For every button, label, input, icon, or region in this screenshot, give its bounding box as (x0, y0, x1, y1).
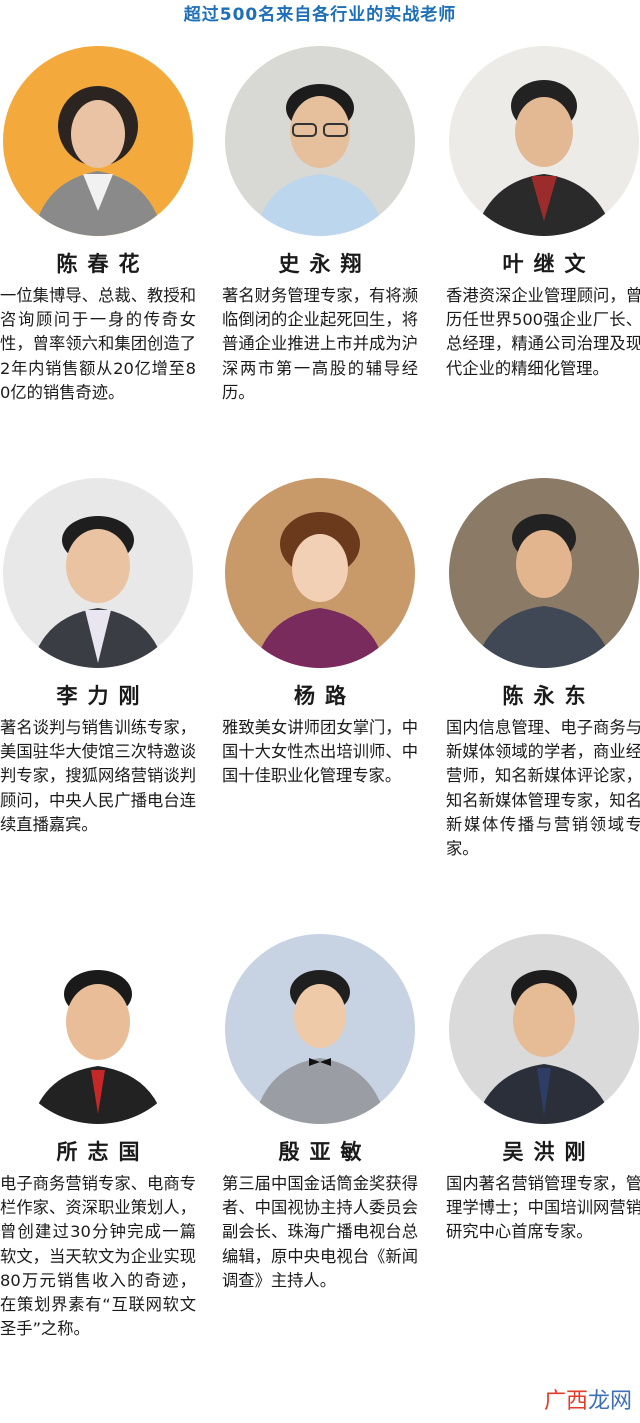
teacher-name: 杨路 (294, 683, 356, 708)
teacher-bio: 国内信息管理、电子商务与新媒体领域的学者，商业经营师，知名新媒体评论家，知名新媒… (446, 718, 640, 859)
teacher-card: 陈永东 国内信息管理、电子商务与新媒体领域的学者，商业经营师，知名新媒体评论家，… (446, 478, 640, 861)
teacher-name: 吴洪刚 (502, 1139, 596, 1164)
teacher-card: 陈春花 一位集博导、总裁、教授和咨询顾问于一身的传奇女性，曾率领六和集团创造了2… (0, 46, 196, 405)
teacher-photo (225, 478, 415, 668)
teacher-name: 殷亚敏 (278, 1139, 372, 1164)
teacher-name: 陈永东 (502, 683, 596, 708)
teacher-bio: 国内著名营销管理专家，管理学博士；中国培训网营销研究中心首席专家。 (446, 1174, 640, 1242)
teacher-bio: 第三届中国金话筒金奖获得者、中国视协主持人委员会副会长、珠海广播电视台总编辑，原… (222, 1174, 418, 1290)
teacher-photo (3, 46, 193, 236)
teacher-name: 陈春花 (56, 251, 150, 276)
teacher-photo (3, 934, 193, 1124)
teacher-card: 殷亚敏 第三届中国金话筒金奖获得者、中国视协主持人委员会副会长、珠海广播电视台总… (222, 934, 418, 1293)
page-title: 超过500名来自各行业的实战老师 (183, 5, 457, 25)
teacher-photo (449, 46, 639, 236)
teacher-card: 叶继文 香港资深企业管理顾问，曾历任世界500强企业厂长、总经理，精通公司治理及… (446, 46, 640, 381)
teacher-bio: 著名谈判与销售训练专家，美国驻华大使馆三次特邀谈判专家，搜狐网络营销谈判顾问，中… (0, 718, 196, 834)
teacher-name: 所志国 (56, 1139, 150, 1164)
teacher-photo (449, 478, 639, 668)
teacher-card: 吴洪刚 国内著名营销管理专家，管理学博士；中国培训网营销研究中心首席专家。 (446, 934, 640, 1245)
teacher-card: 史永翔 著名财务管理专家，有将濒临倒闭的企业起死回生，将普通企业推进上市并成为沪… (222, 46, 418, 405)
teacher-photo (3, 478, 193, 668)
teacher-card: 所志国 电子商务营销专家、电商专栏作家、资深职业策划人，曾创建过30分钟完成一篇… (0, 934, 196, 1341)
teacher-bio: 一位集博导、总裁、教授和咨询顾问于一身的传奇女性，曾率领六和集团创造了2年内销售… (0, 286, 196, 402)
teacher-photo (449, 934, 639, 1124)
teacher-card: 李力刚 著名谈判与销售训练专家，美国驻华大使馆三次特邀谈判专家，搜狐网络营销谈判… (0, 478, 196, 837)
site-watermark: 广西龙网 (544, 1383, 632, 1415)
teacher-name: 李力刚 (56, 683, 150, 708)
teacher-name: 叶继文 (502, 251, 596, 276)
watermark-part2: 龙网 (587, 1389, 632, 1414)
teacher-photo (225, 934, 415, 1124)
teacher-bio: 电子商务营销专家、电商专栏作家、资深职业策划人，曾创建过30分钟完成一篇软文，当… (0, 1174, 196, 1339)
teacher-photo (225, 46, 415, 236)
teacher-bio: 著名财务管理专家，有将濒临倒闭的企业起死回生，将普通企业推进上市并成为沪深两市第… (222, 286, 418, 402)
teacher-name: 史永翔 (278, 251, 372, 276)
watermark-part1: 广西 (543, 1389, 588, 1414)
teacher-bio: 香港资深企业管理顾问，曾历任世界500强企业厂长、总经理，精通公司治理及现代企业… (446, 286, 640, 378)
teacher-card: 杨路 雅致美女讲师团女掌门，中国十大女性杰出培训师、中国十佳职业化管理专家。 (222, 478, 418, 789)
teacher-bio: 雅致美女讲师团女掌门，中国十大女性杰出培训师、中国十佳职业化管理专家。 (222, 718, 418, 786)
